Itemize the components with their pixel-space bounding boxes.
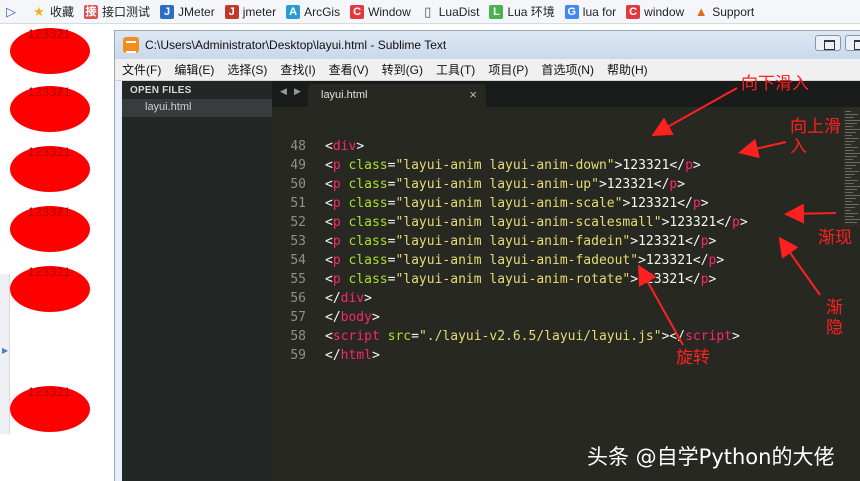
watermark: 头条 @自学Python的大佬 (587, 445, 835, 469)
annotation-up-cont: 入 (790, 137, 807, 157)
annotation-rotate: 旋转 (676, 348, 710, 368)
annotation-fadein: 渐现 (818, 228, 852, 248)
arrow-down (651, 87, 738, 136)
arrow-up (738, 138, 787, 159)
annotation-fadeout-cont: 隐 (826, 318, 843, 338)
annotation-down: 向下滑入 (741, 74, 809, 94)
arrow-fadein (784, 203, 837, 224)
annotation-arrows (638, 87, 837, 346)
arrow-fadeout (778, 236, 821, 296)
annotation-up: 向上滑 (790, 117, 841, 137)
annotation-fadeout: 渐 (826, 298, 843, 318)
arrow-rotate (638, 264, 684, 346)
